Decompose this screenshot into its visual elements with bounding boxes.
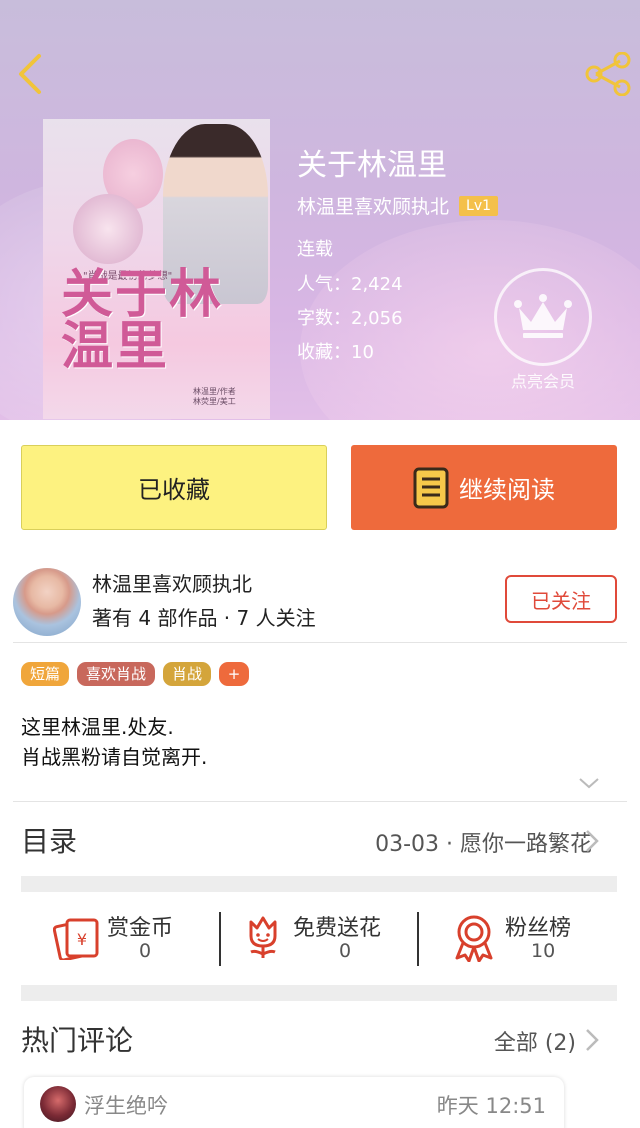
avatar[interactable] xyxy=(13,568,81,636)
chevron-right-icon xyxy=(586,830,599,852)
popularity-stat: 人气：2,424 xyxy=(297,274,403,295)
book-title: 关于林温里 xyxy=(297,148,447,183)
vip-ring xyxy=(494,268,592,366)
latest-chapter: 03-03 · 愿你一路繁花 xyxy=(375,832,592,857)
add-tag-button[interactable]: + xyxy=(219,662,250,686)
chevron-down-icon xyxy=(579,778,599,789)
section-band xyxy=(21,985,617,1001)
divider xyxy=(13,801,627,802)
continue-reading-label: 继续阅读 xyxy=(459,476,555,504)
book-status: 连载 xyxy=(297,239,333,260)
coin-envelope-icon: ¥ xyxy=(53,918,99,960)
cover-figure xyxy=(73,194,143,264)
book-description: 这里林温里.处友. 肖战黑粉请自觉离开. xyxy=(21,712,207,772)
book-icon xyxy=(413,467,449,508)
divider xyxy=(13,642,627,643)
hot-comments-label: 热门评论 xyxy=(21,1024,134,1057)
section-band xyxy=(21,876,617,892)
action-name: 免费送花 xyxy=(293,916,382,941)
book-author-line[interactable]: 林温里喜欢顾执北 Lv1 xyxy=(297,192,499,219)
action-count: 0 xyxy=(139,940,152,962)
action-name: 粉丝榜 xyxy=(505,916,572,941)
comment-user[interactable]: 浮生绝吟 xyxy=(84,1090,168,1120)
all-comments-link[interactable]: 全部 (2) xyxy=(494,1025,576,1057)
share-button[interactable] xyxy=(582,50,634,98)
book-author-name: 林温里喜欢顾执北 xyxy=(297,196,450,218)
description-line: 肖战黑粉请自觉离开. xyxy=(21,745,208,769)
collected-button[interactable]: 已收藏 xyxy=(21,445,327,530)
comment-time: 昨天 12:51 xyxy=(436,1094,546,1118)
flower-icon xyxy=(249,916,277,958)
back-button[interactable] xyxy=(10,50,50,98)
action-name: 赏金币 xyxy=(107,916,174,941)
vip-label: 点亮会员 xyxy=(510,372,575,391)
hot-comments-header: 热门评论 全部 (2) xyxy=(0,1015,640,1065)
vip-button[interactable]: 点亮会员 xyxy=(494,268,592,398)
share-icon xyxy=(585,52,631,96)
cover-credits: 林温里/作者 林荧里/美工 xyxy=(193,387,236,407)
avatar[interactable] xyxy=(40,1086,76,1122)
author-meta: 著有 4 部作品 · 7 人关注 xyxy=(92,606,316,630)
tag-short[interactable]: 短篇 xyxy=(21,662,70,686)
cover-credit-author: 林温里/作者 xyxy=(193,387,236,396)
action-count: 10 xyxy=(531,940,556,962)
cover-title: 关于林温里 xyxy=(61,264,224,377)
chevron-left-icon xyxy=(19,54,41,94)
tag-list: 短篇 喜欢肖战 肖战 + xyxy=(21,662,250,686)
support-actions: ¥ 赏金币 0 免费送花 0 粉丝榜 10 xyxy=(21,904,617,974)
level-badge: Lv1 xyxy=(459,195,499,216)
book-cover[interactable]: "肖战是最初的梦想" 关于林温里 林温里/作者 林荧里/美工 xyxy=(43,119,270,419)
follow-button[interactable]: 已关注 xyxy=(505,575,617,623)
expand-description-button[interactable] xyxy=(578,775,600,794)
tag-xiaozhan[interactable]: 肖战 xyxy=(163,662,212,686)
chevron-right-icon[interactable] xyxy=(584,1027,600,1053)
reward-coins-button[interactable]: ¥ 赏金币 0 xyxy=(21,904,219,974)
favorites-stat: 收藏：10 xyxy=(297,342,374,363)
action-count: 0 xyxy=(339,940,352,962)
author-name: 林温里喜欢顾执北 xyxy=(92,572,252,596)
continue-reading-button[interactable]: 继续阅读 xyxy=(351,445,617,530)
author-row[interactable]: 林温里喜欢顾执北 著有 4 部作品 · 7 人关注 已关注 xyxy=(0,560,640,642)
tag-like-xiaozhan[interactable]: 喜欢肖战 xyxy=(77,662,156,686)
ribbon-medal-icon xyxy=(455,915,493,962)
comment-card[interactable]: 浮生绝吟 昨天 12:51 xyxy=(24,1077,564,1128)
fan-ranking-button[interactable]: 粉丝榜 10 xyxy=(419,904,617,974)
cover-credit-artist: 林荧里/美工 xyxy=(193,397,236,406)
crown-icon xyxy=(514,294,572,338)
send-flower-button[interactable]: 免费送花 0 xyxy=(221,904,419,974)
description-line: 这里林温里.处友. xyxy=(21,715,174,739)
svg-text:¥: ¥ xyxy=(77,930,87,949)
toc-label: 目录 xyxy=(21,825,78,858)
table-of-contents-row[interactable]: 目录 03-03 · 愿你一路繁花 xyxy=(0,812,640,868)
word-count-stat: 字数：2,056 xyxy=(297,308,403,329)
